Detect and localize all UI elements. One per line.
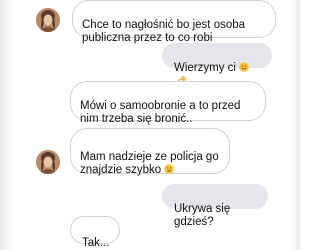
message-text: Chce to nagłośnić bo jest osoba publiczn… xyxy=(82,19,246,44)
profile-photo-icon xyxy=(36,8,60,32)
smiling-face-icon xyxy=(239,62,249,72)
incoming-message[interactable]: Mam nadzieje ze policja go znajdzie szyb… xyxy=(70,128,230,176)
disappointed-face-icon xyxy=(164,164,174,174)
message-text: Tak... xyxy=(82,237,110,249)
incoming-message[interactable]: Mówi o samoobronie a to przed nim trzeba… xyxy=(70,81,266,125)
message-text: Ukrywa się gdzieś? xyxy=(174,203,231,228)
message-text: Mam nadzieje ze policja go znajdzie szyb… xyxy=(80,151,219,176)
profile-photo-icon xyxy=(36,150,60,174)
chat-screen: Chce to nagłośnić bo jest osoba publiczn… xyxy=(0,0,300,250)
contact-avatar[interactable] xyxy=(36,150,60,174)
incoming-message[interactable]: Tak... xyxy=(70,216,120,249)
contact-avatar[interactable] xyxy=(36,8,60,32)
message-text: Mówi o samoobronie a to przed nim trzeba… xyxy=(80,100,241,125)
right-edge-shadow xyxy=(290,0,300,250)
outgoing-message[interactable]: Wierzymy ci xyxy=(162,43,272,85)
left-edge-shadow xyxy=(0,0,14,250)
outgoing-message[interactable]: Ukrywa się gdzieś? xyxy=(162,184,268,228)
incoming-message[interactable]: Chce to nagłośnić bo jest osoba publiczn… xyxy=(72,0,276,44)
message-text: Wierzymy ci xyxy=(174,62,236,74)
